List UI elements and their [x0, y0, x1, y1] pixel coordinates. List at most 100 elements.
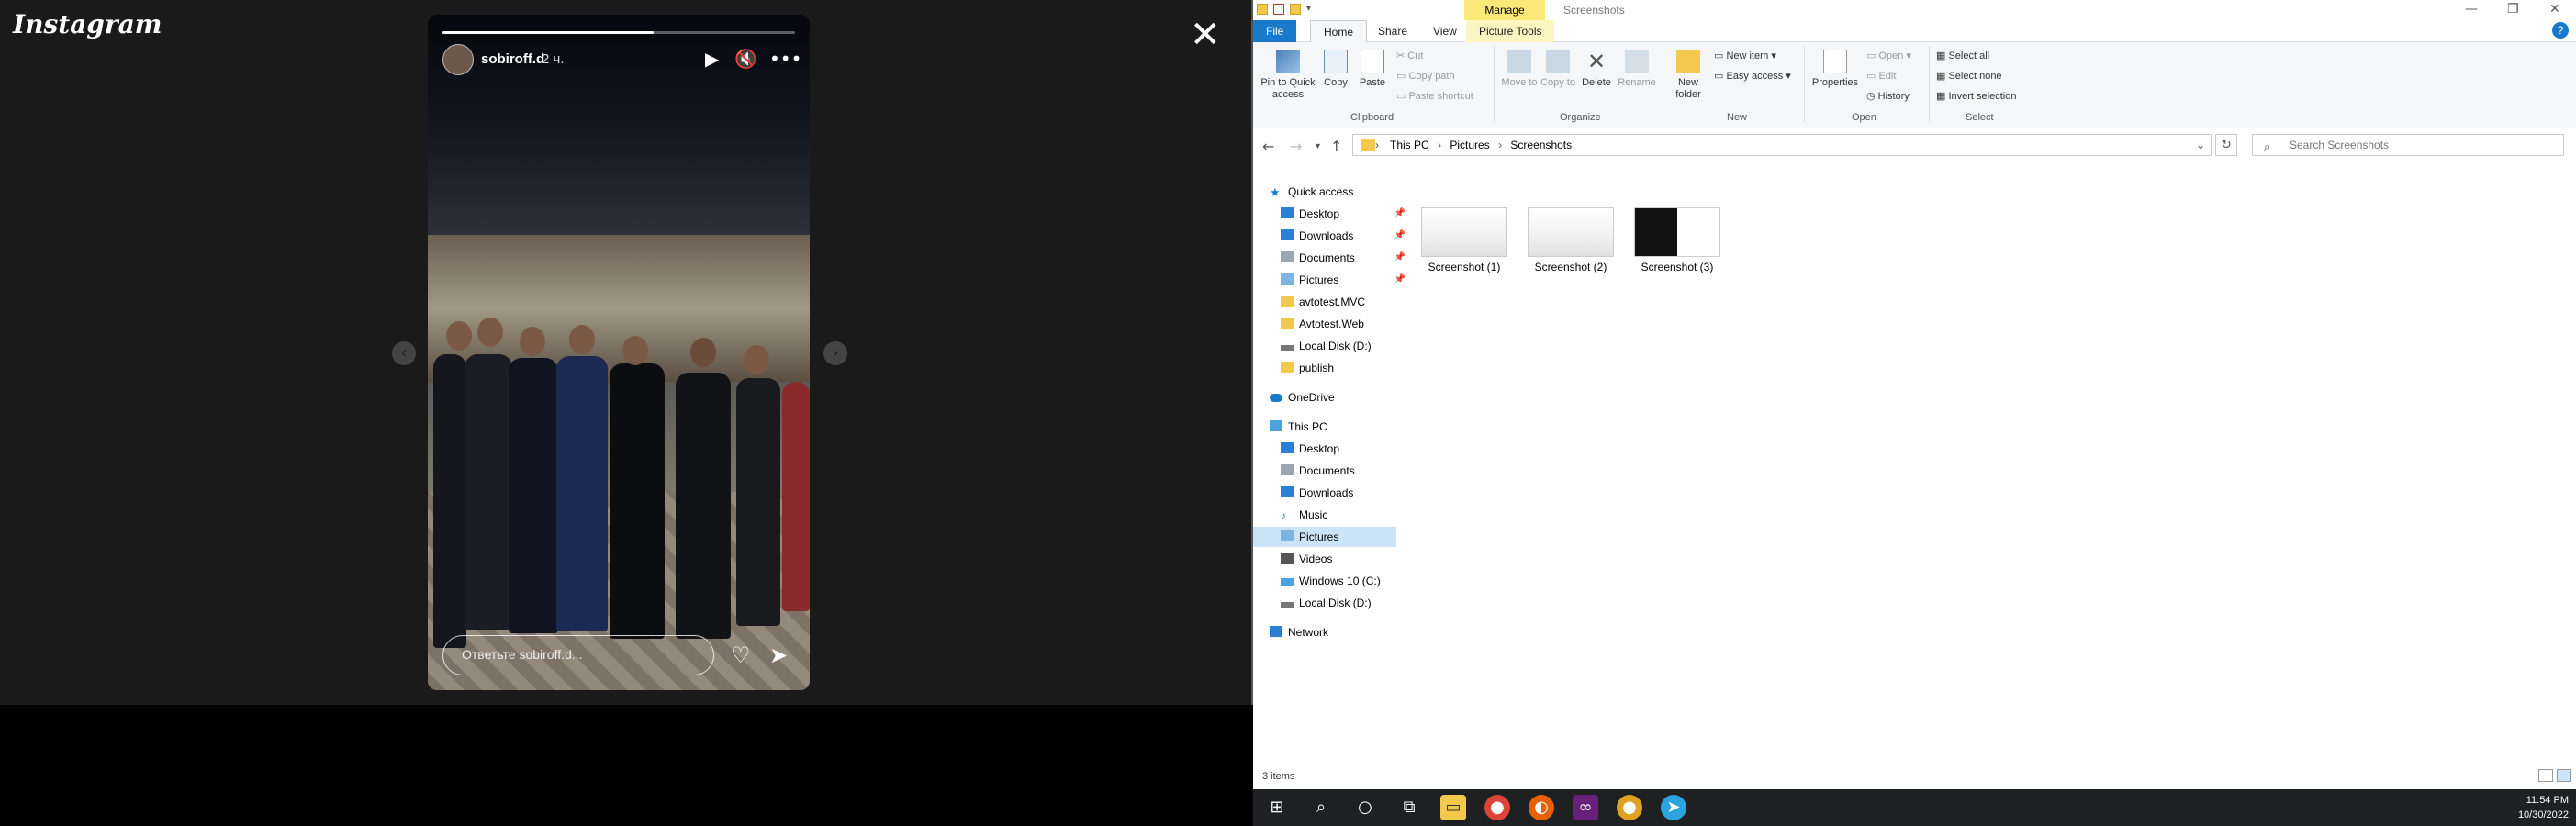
address-field[interactable]: › This PC › Pictures › Screenshots ⌄	[1352, 134, 2212, 156]
select-none-button[interactable]: ▦ Select none	[1936, 70, 2002, 82]
visual-studio-icon[interactable]: ∞	[1573, 795, 1598, 820]
nav-pc-documents[interactable]: Documents	[1281, 461, 1411, 481]
chevron-right-icon[interactable]: ›	[823, 341, 847, 365]
heart-icon[interactable]: ♡	[731, 642, 751, 668]
send-icon[interactable]: ➤	[769, 642, 788, 668]
nav-onedrive[interactable]: OneDrive	[1270, 387, 1400, 407]
story-progress-fill	[442, 31, 655, 34]
maximize-icon[interactable]: ❐	[2507, 2, 2519, 17]
breadcrumb-screenshots[interactable]: Screenshots	[1510, 139, 1572, 151]
chrome-icon[interactable]: ●	[1484, 795, 1510, 820]
nav-quick-access[interactable]: ★ Quick access	[1270, 182, 1400, 202]
nav-qa-avtotest-web[interactable]: Avtotest.Web	[1281, 314, 1411, 334]
edit-button[interactable]: ▭ Edit	[1866, 70, 1896, 82]
chevron-left-icon[interactable]: ‹	[392, 341, 416, 365]
cortana-icon[interactable]: ○	[1352, 795, 1378, 820]
file-item[interactable]: Screenshot (1)	[1415, 207, 1514, 273]
file-item[interactable]: Screenshot (3)	[1628, 207, 1727, 273]
close-icon[interactable]: ✕	[2549, 2, 2560, 17]
reply-input[interactable]: Ответьте sobiroff.d...	[442, 635, 714, 675]
muted-speaker-icon[interactable]: 🔇	[734, 48, 757, 70]
tab-picture-tools[interactable]: Picture Tools	[1466, 20, 1555, 42]
search-icon[interactable]: ⌕	[1308, 795, 1334, 820]
copy-to-icon	[1546, 50, 1570, 73]
telegram-icon[interactable]: ➤	[1661, 795, 1686, 820]
tab-file[interactable]: File	[1253, 20, 1297, 42]
nav-qa-avtotest-mvc[interactable]: avtotest.MVC	[1281, 292, 1411, 312]
windows-start-icon[interactable]: ⊞	[1264, 795, 1290, 820]
chrome-canary-icon[interactable]: ●	[1617, 795, 1642, 820]
file-explorer-icon[interactable]: ▭	[1440, 795, 1466, 820]
nav-qa-pictures[interactable]: Pictures 📌	[1281, 270, 1411, 290]
nav-label: Music	[1299, 508, 1328, 521]
refresh-icon[interactable]: ↻	[2215, 134, 2237, 156]
firefox-icon[interactable]: ◐	[1529, 795, 1554, 820]
new-folder-button[interactable]: New folder	[1670, 50, 1707, 101]
nav-qa-publish[interactable]: publish	[1281, 358, 1411, 378]
nav-qa-desktop[interactable]: Desktop 📌	[1281, 204, 1411, 224]
close-icon[interactable]: ✕	[1190, 17, 1221, 53]
paste-shortcut-button[interactable]: ▭ Paste shortcut	[1396, 90, 1473, 102]
nav-pc-desktop[interactable]: Desktop	[1281, 439, 1411, 459]
chevron-down-icon[interactable]: ▾	[1306, 4, 1317, 15]
file-item[interactable]: Screenshot (2)	[1521, 207, 1620, 273]
nav-pc-windows-c[interactable]: Windows 10 (C:)	[1281, 571, 1411, 591]
paste-label: Paste	[1359, 77, 1386, 88]
chevron-down-icon[interactable]: ⌄	[2196, 135, 2205, 155]
select-all-button[interactable]: ▦ Select all	[1936, 50, 1989, 61]
nav-qa-downloads[interactable]: Downloads 📌	[1281, 226, 1411, 246]
nav-this-pc[interactable]: This PC	[1270, 417, 1400, 437]
search-input[interactable]: ⌕ Search Screenshots	[2252, 134, 2564, 156]
divider	[1929, 46, 1930, 123]
system-clock[interactable]: 11:54 PM 10/30/2022	[2518, 793, 2569, 822]
instagram-logo[interactable]: Instagram	[13, 9, 162, 39]
paste-button[interactable]: Paste	[1356, 50, 1389, 89]
breadcrumb-this-pc[interactable]: This PC	[1390, 139, 1429, 151]
invert-selection-button[interactable]: ▦ Invert selection	[1936, 90, 2016, 102]
up-icon[interactable]: ↑	[1330, 138, 1342, 155]
tab-view[interactable]: View	[1420, 20, 1470, 42]
avatar[interactable]	[442, 44, 474, 75]
back-icon[interactable]: ←	[1262, 138, 1274, 155]
more-icon[interactable]: •••	[769, 48, 801, 70]
copy-button[interactable]: Copy	[1319, 50, 1352, 89]
nav-network[interactable]: Network	[1270, 622, 1400, 642]
rename-button[interactable]: Rename	[1617, 50, 1657, 89]
play-icon[interactable]: ▶	[705, 48, 719, 70]
nav-pc-local-disk-d[interactable]: Local Disk (D:)	[1281, 593, 1411, 613]
move-to-button[interactable]: Move to	[1501, 50, 1538, 89]
properties-button[interactable]: Properties	[1809, 50, 1861, 89]
copy-to-button[interactable]: Copy to	[1540, 50, 1576, 89]
minimize-icon[interactable]: —	[2465, 2, 2478, 17]
nav-pc-downloads[interactable]: Downloads	[1281, 483, 1411, 503]
nav-qa-documents[interactable]: Documents 📌	[1281, 248, 1411, 268]
breadcrumb-pictures[interactable]: Pictures	[1450, 139, 1489, 151]
details-view-icon[interactable]	[2538, 769, 2553, 782]
large-icons-view-icon[interactable]	[2557, 769, 2571, 782]
new-folder-icon[interactable]	[1290, 4, 1301, 15]
nav-pc-pictures[interactable]: Pictures	[1253, 527, 1396, 547]
nav-pc-music[interactable]: ♪ Music	[1281, 505, 1411, 525]
task-view-icon[interactable]: ⧉	[1396, 795, 1422, 820]
chevron-down-icon[interactable]: ▾	[1316, 141, 1320, 151]
open-button[interactable]: ▭ Open ▾	[1866, 50, 1911, 61]
copy-path-button[interactable]: ▭ Copy path	[1396, 70, 1455, 82]
nav-qa-local-disk-d[interactable]: Local Disk (D:)	[1281, 336, 1411, 356]
tab-manage[interactable]: Manage	[1464, 0, 1545, 20]
easy-access-button[interactable]: ▭ Easy access ▾	[1714, 70, 1791, 82]
title-bar: ▾ Manage Screenshots — ❐ ✕	[1253, 0, 2576, 20]
forward-icon[interactable]: →	[1290, 138, 1302, 155]
tab-home[interactable]: Home	[1310, 20, 1368, 42]
nav-pc-videos[interactable]: Videos	[1281, 549, 1411, 569]
pin-button[interactable]: Pin to Quick access	[1260, 50, 1316, 101]
delete-button[interactable]: ✕ Delete	[1578, 50, 1615, 89]
help-icon[interactable]: ?	[2552, 22, 2569, 39]
history-button[interactable]: ◷ History	[1866, 90, 1910, 102]
story-card[interactable]: sobiroff.d 2 ч. ▶ 🔇 ••• Ответьте sobirof…	[428, 15, 810, 690]
story-username[interactable]: sobiroff.d	[481, 51, 544, 67]
cut-button[interactable]: ✂ Cut	[1396, 50, 1423, 61]
properties-icon[interactable]	[1273, 4, 1284, 15]
new-item-button[interactable]: ▭ New item ▾	[1714, 50, 1776, 61]
tab-share[interactable]: Share	[1365, 20, 1420, 42]
copy-path-label: Copy path	[1408, 71, 1455, 82]
